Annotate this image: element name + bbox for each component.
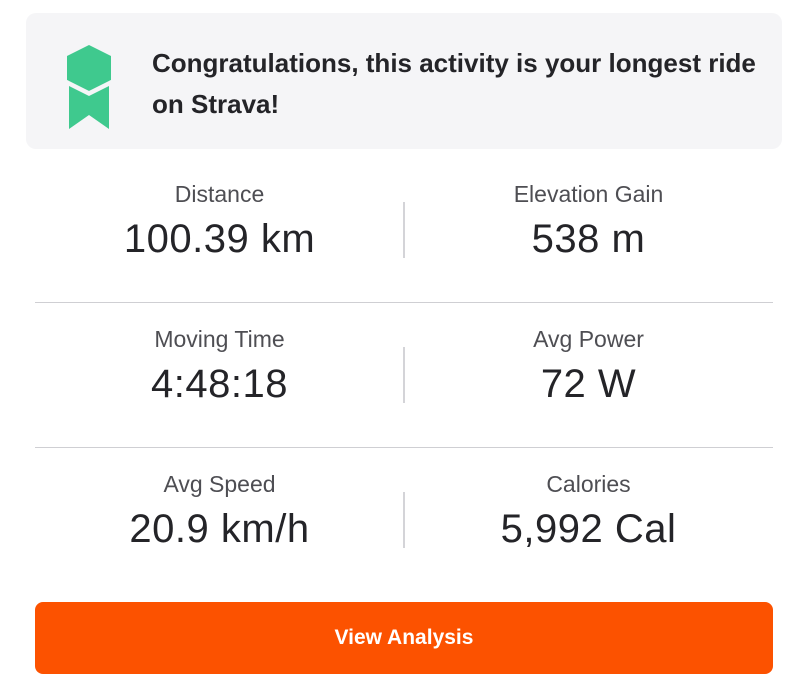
stat-label: Elevation Gain <box>513 181 664 207</box>
stat-label: Distance <box>174 181 265 207</box>
achievement-message: Congratulations, this activity is your l… <box>152 48 756 119</box>
stat-calories: Calories 5,992 Cal <box>404 470 773 552</box>
stat-distance: Distance 100.39 km <box>35 180 404 262</box>
stat-row: Avg Speed 20.9 km/h Calories 5,992 Cal <box>35 448 773 593</box>
stat-row: Moving Time 4:48:18 Avg Power 72 W <box>35 303 773 448</box>
stat-value: 538 m <box>531 217 646 261</box>
stat-value: 100.39 km <box>123 217 316 261</box>
stat-label: Moving Time <box>154 326 285 352</box>
stat-avg-power: Avg Power 72 W <box>404 325 773 407</box>
stat-label: Avg Speed <box>163 471 276 497</box>
activity-stats: Distance 100.39 km Elevation Gain 538 m … <box>35 158 773 593</box>
stat-row: Distance 100.39 km Elevation Gain 538 m <box>35 158 773 303</box>
view-analysis-button[interactable]: View Analysis <box>35 602 773 674</box>
stat-value: 4:48:18 <box>151 362 288 406</box>
stat-value: 72 W <box>540 362 637 406</box>
stat-value: 5,992 Cal <box>500 507 677 551</box>
achievement-banner: Congratulations, this activity is your l… <box>26 13 782 149</box>
stat-label: Calories <box>546 471 631 497</box>
stat-moving-time: Moving Time 4:48:18 <box>35 325 404 407</box>
stat-avg-speed: Avg Speed 20.9 km/h <box>35 470 404 552</box>
award-ribbon-icon <box>67 45 111 129</box>
stat-elevation-gain: Elevation Gain 538 m <box>404 180 773 262</box>
stat-label: Avg Power <box>533 326 644 352</box>
stat-value: 20.9 km/h <box>129 507 310 551</box>
